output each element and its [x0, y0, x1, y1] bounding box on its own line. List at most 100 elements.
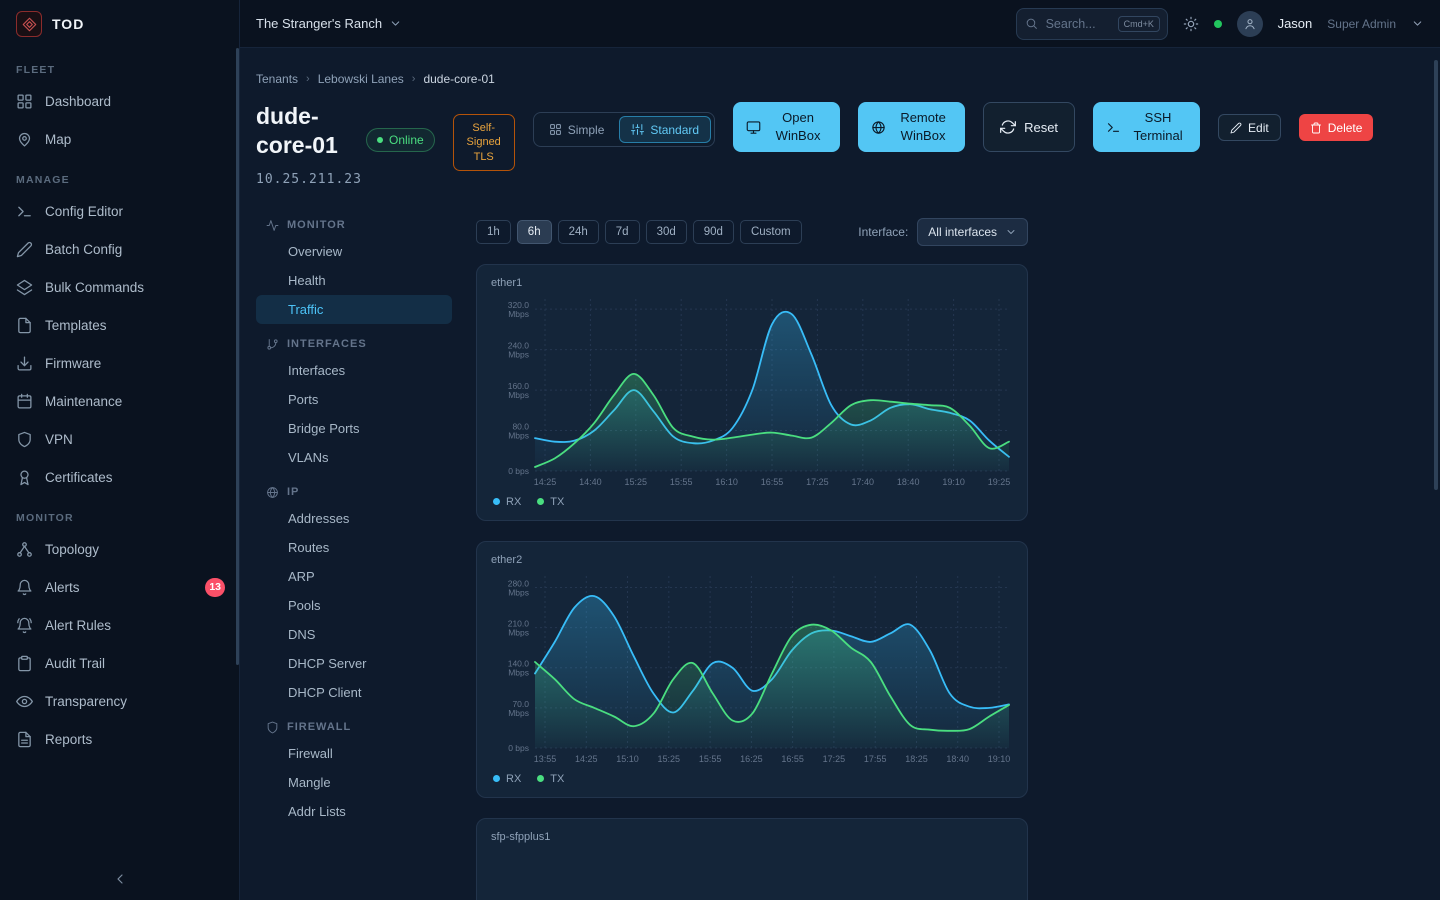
sidebar-item-reports[interactable]: Reports: [0, 720, 239, 758]
mode-standard-label: Standard: [650, 123, 699, 137]
breadcrumb-tenant[interactable]: Lebowski Lanes: [318, 72, 404, 86]
sidebar-item-label: Transparency: [45, 694, 127, 709]
alerts-count-badge: 13: [205, 578, 225, 597]
map-pin-icon: [16, 131, 33, 148]
traffic-panel: 1h 6h 24h 7d 30d 90d Custom Interface: A…: [476, 205, 1028, 900]
chart-legend: RX TX: [491, 773, 1013, 785]
device-subnav: MONITOR Overview Health Traffic INTERFAC…: [256, 205, 452, 900]
reset-button[interactable]: Reset: [983, 102, 1075, 152]
edit-button[interactable]: Edit: [1218, 114, 1281, 141]
delete-label: Delete: [1328, 121, 1363, 135]
sidebar-item-label: Dashboard: [45, 94, 111, 109]
device-ip: 10.25.211.23: [256, 172, 348, 187]
sidebar-item-topology[interactable]: Topology: [0, 530, 239, 568]
subnav-item-pools[interactable]: Pools: [256, 591, 452, 620]
subnav-item-dhcp-client[interactable]: DHCP Client: [256, 678, 452, 707]
legend-label: RX: [506, 496, 521, 508]
remote-winbox-label: Remote WinBox: [894, 109, 952, 145]
sidebar-item-audit-trail[interactable]: Audit Trail: [0, 644, 239, 682]
svg-text:0 bps: 0 bps: [508, 466, 529, 476]
search-icon: [1025, 17, 1038, 30]
shield-icon: [16, 431, 33, 448]
breadcrumb-separator: ›: [412, 73, 416, 85]
range-90d-button[interactable]: 90d: [693, 220, 734, 244]
sidebar-item-label: Config Editor: [45, 204, 123, 219]
ssh-terminal-button[interactable]: SSH Terminal: [1093, 102, 1200, 152]
search-input[interactable]: [1046, 17, 1110, 31]
range-1h-button[interactable]: 1h: [476, 220, 511, 244]
sidebar-item-dashboard[interactable]: Dashboard: [0, 82, 239, 120]
remote-winbox-button[interactable]: Remote WinBox: [858, 102, 965, 152]
user-menu-chevron-icon[interactable]: [1411, 17, 1424, 30]
subnav-item-dhcp-server[interactable]: DHCP Server: [256, 649, 452, 678]
legend-dot: [493, 498, 500, 505]
legend-dot: [493, 775, 500, 782]
subnav-item-dns[interactable]: DNS: [256, 620, 452, 649]
svg-text:16:10: 16:10: [715, 477, 738, 487]
svg-text:18:25: 18:25: [905, 754, 928, 764]
range-7d-button[interactable]: 7d: [605, 220, 640, 244]
sidebar-collapse-button[interactable]: [0, 858, 239, 900]
sidebar-item-bulk-commands[interactable]: Bulk Commands: [0, 268, 239, 306]
sidebar-scrollbar[interactable]: [236, 48, 239, 665]
sidebar-item-label: Maintenance: [45, 394, 122, 409]
legend-dot: [537, 775, 544, 782]
subnav-item-ports[interactable]: Ports: [256, 385, 452, 414]
traffic-chart-card-ether2: ether2 13:5514:2515:1015:2515:5516:2516:…: [476, 541, 1028, 798]
open-winbox-button[interactable]: Open WinBox: [733, 102, 840, 152]
mode-standard-button[interactable]: Standard: [619, 116, 711, 143]
subnav-item-vlans[interactable]: VLANs: [256, 443, 452, 472]
sidebar-item-firmware[interactable]: Firmware: [0, 344, 239, 382]
tenant-selector[interactable]: The Stranger's Ranch: [256, 16, 402, 31]
subnav-item-mangle[interactable]: Mangle: [256, 768, 452, 797]
range-30d-button[interactable]: 30d: [646, 220, 687, 244]
subnav-item-addr-lists[interactable]: Addr Lists: [256, 797, 452, 826]
legend-item-rx[interactable]: RX: [493, 496, 521, 508]
avatar[interactable]: [1237, 11, 1263, 37]
file-text-icon: [16, 731, 33, 748]
breadcrumb-tenants[interactable]: Tenants: [256, 72, 298, 86]
subnav-item-addresses[interactable]: Addresses: [256, 504, 452, 533]
sidebar-section-monitor: MONITOR: [16, 512, 239, 524]
sidebar-item-templates[interactable]: Templates: [0, 306, 239, 344]
sidebar-item-transparency[interactable]: Transparency: [0, 682, 239, 720]
sidebar-item-batch-config[interactable]: Batch Config: [0, 230, 239, 268]
topbar: The Stranger's Ranch Cmd+K Jason Super A…: [240, 0, 1440, 48]
subnav-item-routes[interactable]: Routes: [256, 533, 452, 562]
interface-select[interactable]: All interfaces: [917, 218, 1028, 246]
legend-item-tx[interactable]: TX: [537, 496, 564, 508]
search-box[interactable]: Cmd+K: [1016, 8, 1168, 40]
subnav-item-arp[interactable]: ARP: [256, 562, 452, 591]
sidebar-item-vpn[interactable]: VPN: [0, 420, 239, 458]
trash-icon: [1310, 122, 1322, 134]
sidebar-item-certificates[interactable]: Certificates: [0, 458, 239, 496]
range-24h-button[interactable]: 24h: [558, 220, 599, 244]
legend-item-tx[interactable]: TX: [537, 773, 564, 785]
sidebar-item-config-editor[interactable]: Config Editor: [0, 192, 239, 230]
svg-text:16:55: 16:55: [761, 477, 784, 487]
mode-simple-button[interactable]: Simple: [537, 116, 617, 143]
subnav-section-ip: IP: [256, 486, 452, 499]
sidebar-item-map[interactable]: Map: [0, 120, 239, 158]
content-scrollbar[interactable]: [1434, 60, 1438, 490]
app-logo[interactable]: TOD: [0, 0, 239, 48]
svg-text:16:55: 16:55: [781, 754, 804, 764]
sidebar-item-maintenance[interactable]: Maintenance: [0, 382, 239, 420]
traffic-chart-ether1: 14:2514:4015:2515:5516:1016:5517:2517:40…: [491, 291, 1013, 491]
delete-button[interactable]: Delete: [1299, 114, 1374, 141]
subnav-item-interfaces[interactable]: Interfaces: [256, 356, 452, 385]
subnav-item-overview[interactable]: Overview: [256, 237, 452, 266]
subnav-item-traffic[interactable]: Traffic: [256, 295, 452, 324]
sidebar-item-label: Alerts: [45, 580, 80, 595]
open-winbox-label: Open WinBox: [769, 109, 827, 145]
subnav-item-bridge-ports[interactable]: Bridge Ports: [256, 414, 452, 443]
theme-toggle-sun-icon[interactable]: [1183, 16, 1199, 32]
subnav-item-firewall[interactable]: Firewall: [256, 739, 452, 768]
sidebar-item-alerts[interactable]: Alerts 13: [0, 568, 239, 606]
subnav-item-health[interactable]: Health: [256, 266, 452, 295]
range-custom-button[interactable]: Custom: [740, 220, 802, 244]
sidebar-item-alert-rules[interactable]: Alert Rules: [0, 606, 239, 644]
range-6h-button[interactable]: 6h: [517, 220, 552, 244]
legend-item-rx[interactable]: RX: [493, 773, 521, 785]
legend-label: TX: [550, 773, 564, 785]
